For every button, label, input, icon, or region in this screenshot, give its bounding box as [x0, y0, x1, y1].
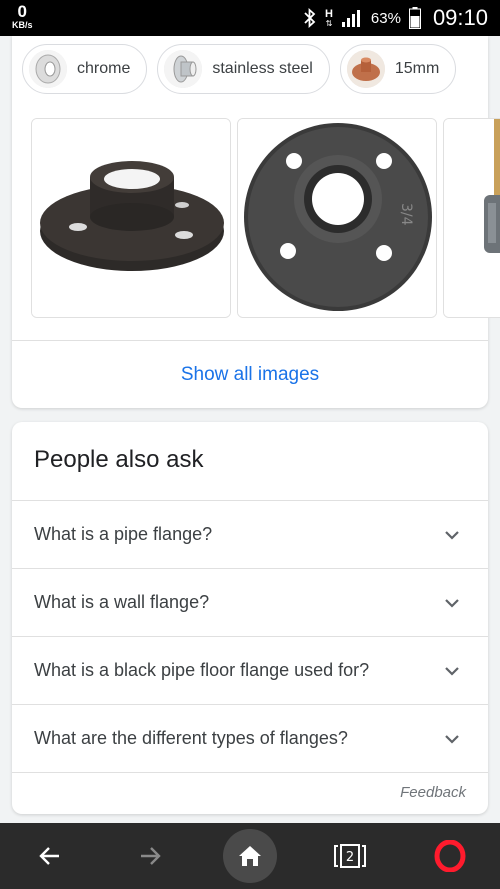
tabs-button[interactable]: 2 — [324, 823, 376, 889]
forward-button[interactable] — [124, 823, 176, 889]
battery-icon — [408, 7, 421, 29]
chip-label: 15mm — [394, 60, 440, 77]
image-result[interactable] — [443, 118, 500, 318]
question-item[interactable]: What is a black pipe floor flange used f… — [12, 636, 488, 704]
flange-top-view-image: 3/4 — [238, 119, 436, 317]
question-item[interactable]: What is a wall flange? — [12, 568, 488, 636]
forward-arrow-icon — [141, 847, 161, 865]
chevron-down-icon — [445, 531, 459, 540]
people-also-ask-title: People also ask — [34, 446, 204, 473]
browser-navbar: 2 — [0, 823, 500, 889]
battery-percent: 63% — [370, 9, 401, 27]
home-icon — [239, 846, 261, 866]
opera-menu-button[interactable] — [424, 823, 476, 889]
tab-count: 2 — [346, 850, 354, 865]
people-also-ask-card: People also ask What is a pipe flange? W… — [12, 422, 488, 814]
question-item[interactable]: What are the different types of flanges? — [12, 704, 488, 772]
divider — [12, 772, 488, 773]
signal-icon — [341, 10, 360, 27]
svg-text:3/4: 3/4 — [398, 203, 414, 226]
image-result[interactable] — [31, 118, 231, 318]
flange-partial-image — [444, 119, 500, 317]
question-text: What is a pipe flange? — [34, 524, 213, 544]
copper-flange-thumb — [346, 50, 385, 88]
back-arrow-icon — [39, 847, 59, 865]
refinement-chips: chrome stainless steel 15mm — [22, 44, 457, 94]
status-bar: 0 KB/s H ⇅ 63% 09:10 — [0, 0, 500, 36]
chevron-down-icon — [445, 735, 459, 744]
question-text: What is a wall flange? — [34, 592, 210, 612]
image-result[interactable]: 3/4 — [237, 118, 437, 318]
speed-unit: KB/s — [12, 20, 33, 30]
speed-value: 0 — [17, 2, 27, 21]
network-type-indicator: H ⇅ — [324, 7, 333, 28]
question-text: What is a black pipe floor flange used f… — [34, 660, 370, 680]
chrome-flange-thumb — [29, 50, 67, 88]
clock: 09:10 — [432, 5, 488, 30]
feedback-link[interactable]: Feedback — [400, 784, 466, 801]
bluetooth-icon — [304, 8, 316, 28]
chip-label: stainless steel — [212, 60, 313, 77]
floor-flange-image — [32, 119, 230, 317]
stainless-flange-thumb — [164, 50, 203, 88]
chip-label: chrome — [77, 60, 131, 77]
back-button[interactable] — [24, 823, 76, 889]
chevron-down-icon — [445, 667, 459, 676]
question-text: What are the different types of flanges? — [34, 728, 348, 748]
chevron-down-icon — [445, 599, 459, 608]
home-button[interactable] — [222, 823, 278, 889]
tabs-icon: 2 — [334, 844, 366, 868]
chip-15mm[interactable]: 15mm — [339, 44, 457, 94]
chip-stainless-steel[interactable]: stainless steel — [157, 44, 330, 94]
show-all-images-link[interactable]: Show all images — [12, 340, 488, 408]
question-item[interactable]: What is a pipe flange? — [12, 500, 488, 568]
network-speed: 0 KB/s — [12, 3, 33, 30]
chip-chrome[interactable]: chrome — [22, 44, 148, 94]
opera-logo-icon — [434, 840, 466, 872]
